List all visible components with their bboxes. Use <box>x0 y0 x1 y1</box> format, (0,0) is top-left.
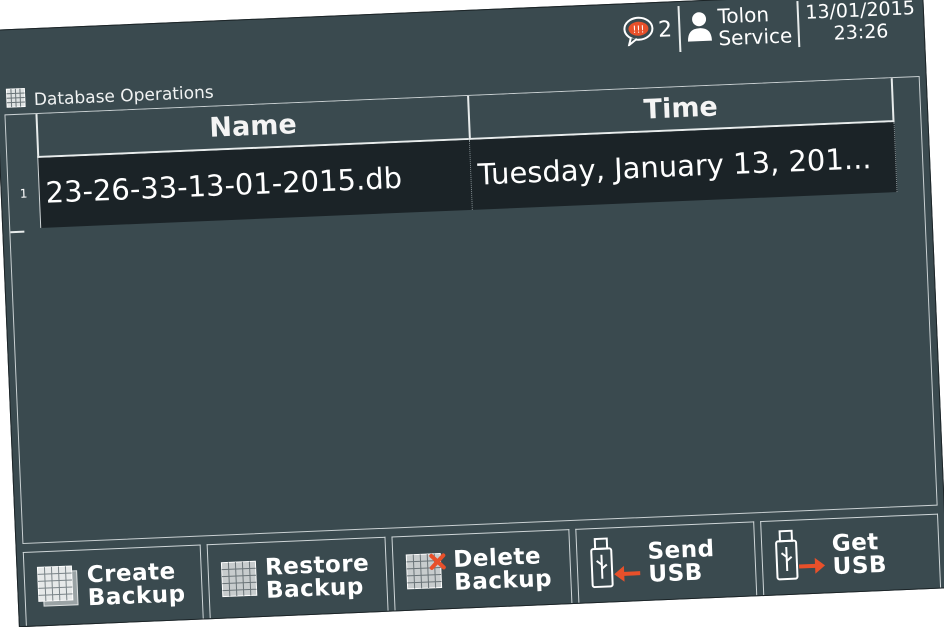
window-title-text: Database Operations <box>33 82 215 110</box>
time-text: 23:26 <box>833 20 889 45</box>
status-divider <box>796 0 801 48</box>
svg-text:!!!: !!! <box>632 25 644 36</box>
row-resize-handle[interactable] <box>10 230 25 234</box>
usb-get-icon <box>771 527 827 587</box>
create-backup-button[interactable]: Create Backup <box>22 544 205 626</box>
get-usb-label-2: USB <box>832 551 888 580</box>
create-backup-label-2: Backup <box>87 580 187 611</box>
row-number: 1 <box>19 186 28 201</box>
user-role: Service <box>717 23 793 51</box>
delete-backup-label-2: Backup <box>453 565 553 596</box>
device-screen: !!! 2 Tolon Service 13/01/2015 23:26 Dat… <box>0 0 944 627</box>
alarm-count: 2 <box>657 16 673 43</box>
date-text: 13/01/2015 <box>804 0 916 24</box>
restore-backup-button[interactable]: Restore Backup <box>207 536 389 619</box>
restore-backup-label-2: Backup <box>265 573 365 604</box>
send-usb-label-2: USB <box>647 559 704 588</box>
send-usb-button[interactable]: Send USB <box>575 521 757 603</box>
top-status-bar: !!! 2 Tolon Service 13/01/2015 23:26 <box>0 0 924 85</box>
user-icon <box>685 10 712 47</box>
datetime: 13/01/2015 23:26 <box>805 0 919 49</box>
alarm-indicator[interactable]: !!! 2 <box>617 4 673 56</box>
user-indicator[interactable]: Tolon Service <box>685 0 793 54</box>
database-icon <box>5 87 26 113</box>
get-usb-button[interactable]: Get USB <box>759 513 942 596</box>
delete-backup-button[interactable]: Delete Backup <box>391 529 573 611</box>
restore-backup-icon <box>219 558 261 604</box>
delete-backup-icon <box>403 550 449 596</box>
status-area: !!! 2 Tolon Service 13/01/2015 23:26 <box>617 0 918 57</box>
usb-send-icon <box>587 535 643 595</box>
backup-list-panel: Name Time 1 23-26-33-13-01-2015.db Tuesd… <box>4 76 938 544</box>
alarm-bubble-icon: !!! <box>621 15 654 47</box>
status-divider <box>677 6 681 53</box>
header-corner <box>5 114 37 159</box>
create-backup-icon <box>34 562 82 614</box>
